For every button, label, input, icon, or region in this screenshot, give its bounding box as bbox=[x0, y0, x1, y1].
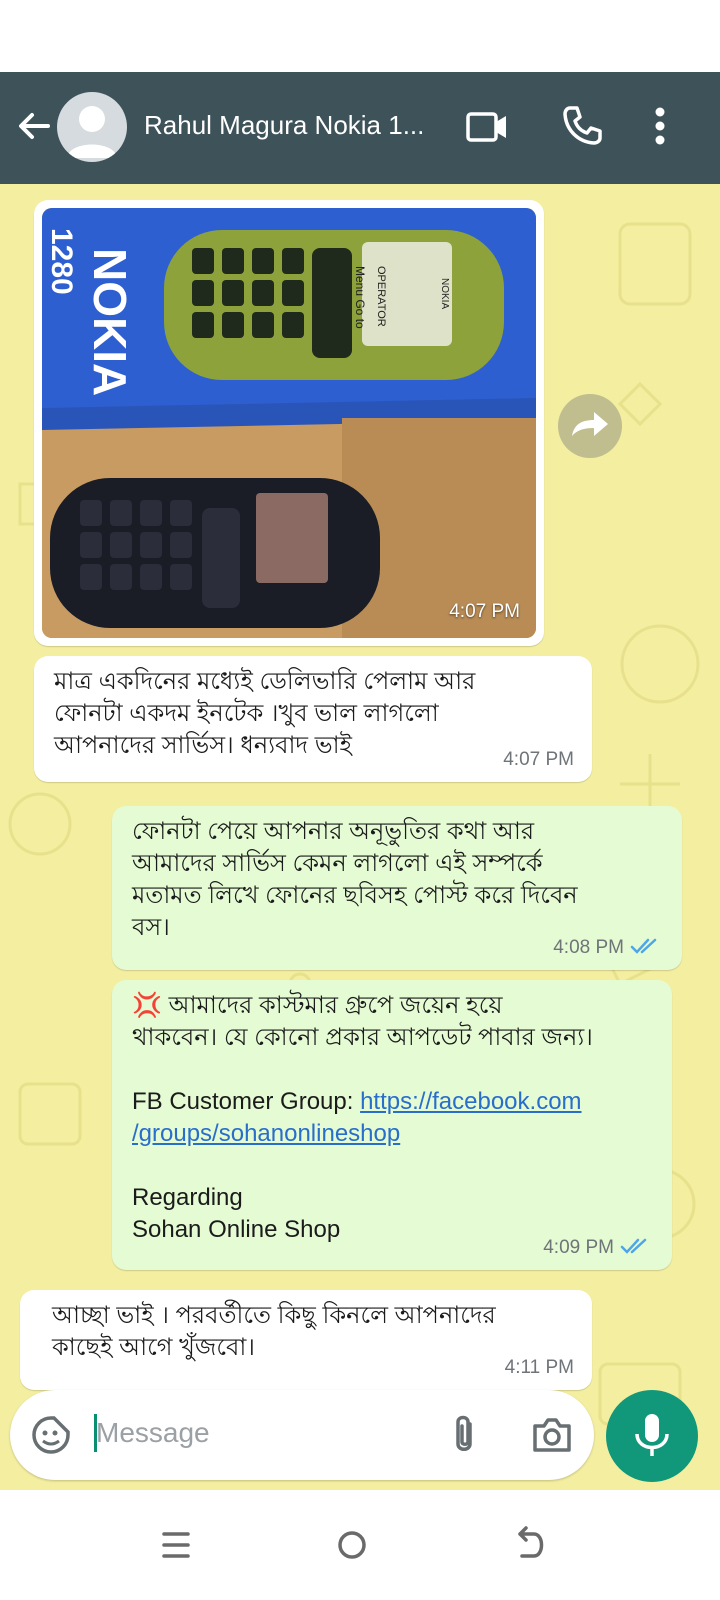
home-icon[interactable] bbox=[322, 1520, 382, 1570]
attach-icon[interactable] bbox=[446, 1412, 482, 1458]
contact-name[interactable]: Rahul Magura Nokia 1... bbox=[144, 110, 424, 141]
read-ticks-icon bbox=[620, 1238, 647, 1254]
recent-apps-icon[interactable] bbox=[146, 1520, 206, 1570]
sticker-icon[interactable] bbox=[30, 1414, 72, 1456]
screen-menu: Menu Go to bbox=[353, 266, 367, 329]
system-nav-bar bbox=[0, 1490, 720, 1600]
screen-operator: OPERATOR bbox=[375, 266, 387, 327]
chat-header: Rahul Magura Nokia 1... bbox=[0, 72, 720, 184]
forward-icon[interactable] bbox=[558, 394, 622, 458]
message-bubble-incoming[interactable]: আচ্ছা ভাই । পরবর্তীতে কিছু কিনলে আপনাদের… bbox=[20, 1290, 592, 1390]
phone-icon[interactable] bbox=[556, 100, 608, 152]
camera-icon[interactable] bbox=[530, 1414, 574, 1456]
message-input[interactable]: Message bbox=[96, 1417, 210, 1449]
image-time: 4:07 PM bbox=[449, 601, 520, 622]
message-composer: Message bbox=[10, 1390, 594, 1480]
message-text: 💢 আমাদের কাস্টমার গ্রুপে জয়েন হয়ে থাকব… bbox=[132, 992, 593, 1243]
video-call-icon[interactable] bbox=[462, 100, 514, 152]
group-link[interactable]: https://facebook.com bbox=[360, 1088, 581, 1115]
chat-area[interactable]: NOKIA 1280 OPERATOR Menu Go to NOKIA 4:0… bbox=[0, 184, 720, 1520]
box-brand-text: NOKIA bbox=[84, 248, 136, 396]
avatar[interactable] bbox=[57, 92, 127, 162]
phone-brand: NOKIA bbox=[439, 278, 450, 309]
mic-icon bbox=[635, 1414, 669, 1456]
back-icon[interactable] bbox=[500, 1520, 560, 1570]
message-text: ফোনটা পেয়ে আপনার অনূভুতির কথা আর আমাদের… bbox=[132, 818, 578, 941]
message-bubble-outgoing[interactable]: 💢 আমাদের কাস্টমার গ্রুপে জয়েন হয়ে থাকব… bbox=[112, 980, 672, 1270]
group-link-continued[interactable]: /groups/sohanonlineshop bbox=[132, 1120, 400, 1147]
message-time: 4:11 PM bbox=[504, 1357, 574, 1378]
more-options-icon[interactable] bbox=[638, 100, 682, 152]
message-bubble-incoming[interactable]: মাত্র একদিনের মধ্যেই ডেলিভারি পেলাম আর ফ… bbox=[34, 656, 592, 782]
status-bar bbox=[0, 0, 720, 72]
message-text: আচ্ছা ভাই । পরবর্তীতে কিছু কিনলে আপনাদের… bbox=[52, 1302, 496, 1361]
message-time: 4:08 PM bbox=[553, 932, 664, 964]
image-message[interactable]: NOKIA 1280 OPERATOR Menu Go to NOKIA 4:0… bbox=[34, 200, 544, 646]
message-bubble-outgoing[interactable]: ফোনটা পেয়ে আপনার অনূভুতির কথা আর আমাদের… bbox=[112, 806, 682, 970]
message-time: 4:09 PM bbox=[543, 1232, 654, 1264]
back-arrow-icon[interactable] bbox=[14, 106, 54, 146]
anger-emoji: 💢 bbox=[132, 992, 162, 1019]
box-model-text: 1280 bbox=[45, 228, 78, 295]
phone-photo[interactable]: NOKIA 1280 OPERATOR Menu Go to NOKIA 4:0… bbox=[42, 208, 536, 638]
mic-button[interactable] bbox=[606, 1390, 698, 1482]
read-ticks-icon bbox=[630, 938, 657, 954]
message-time: 4:07 PM bbox=[503, 749, 574, 770]
